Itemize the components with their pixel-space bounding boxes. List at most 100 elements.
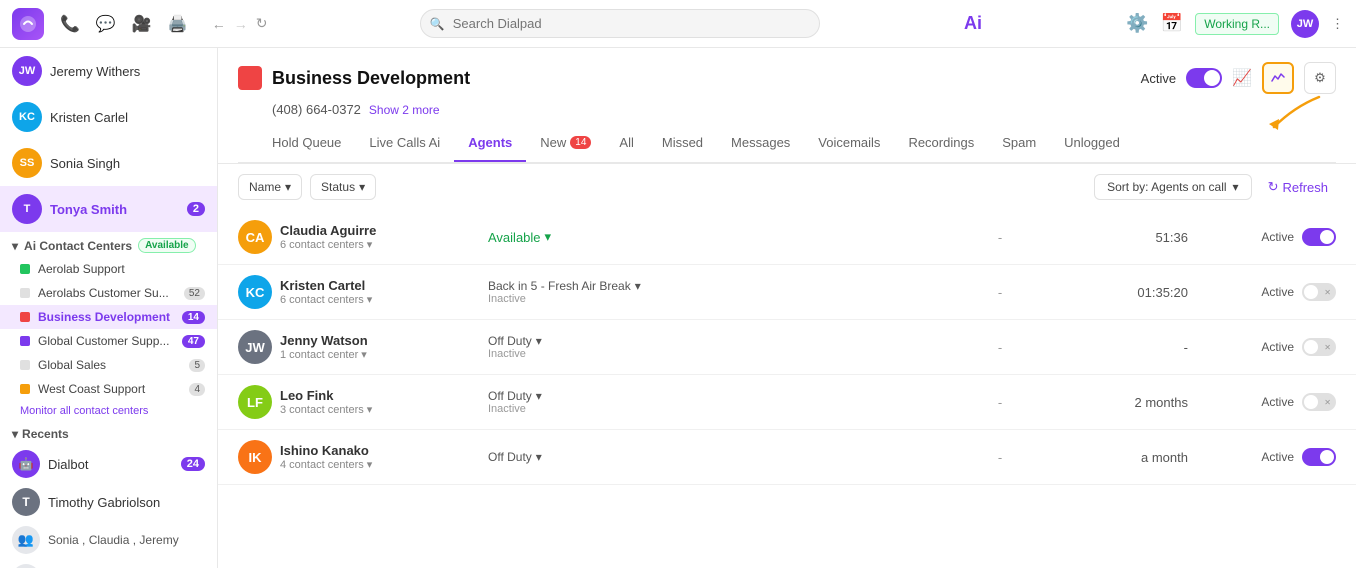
back-nav-icon[interactable]: ← bbox=[212, 16, 226, 32]
business-phone-row: (408) 664-0372 Show 2 more bbox=[272, 102, 1336, 117]
sidebar-item-aerolab-support[interactable]: Aerolab Support bbox=[0, 257, 217, 281]
agent-row: JW Jenny Watson 1 contact center ▾ Off D… bbox=[218, 320, 1356, 375]
settings-gear-button[interactable]: ⚙ bbox=[1304, 62, 1336, 94]
cc-color-dot bbox=[20, 384, 30, 394]
recent-item-dialbot[interactable]: 🤖 Dialbot 24 bbox=[0, 445, 217, 483]
chart-trend-icon[interactable]: 📈 bbox=[1232, 68, 1252, 88]
section-label: Ai Contact Centers bbox=[24, 239, 132, 253]
tab-all[interactable]: All bbox=[605, 125, 647, 162]
agent-toggle: Active bbox=[1216, 393, 1336, 411]
nav-right: ⚙️ 📅 Working R... JW ⋮ bbox=[1126, 10, 1344, 38]
cc-color-dot bbox=[20, 264, 30, 274]
sidebar-item-kristen-carlel[interactable]: KC Kristen Carlel bbox=[0, 94, 217, 140]
tab-unlogged[interactable]: Unlogged bbox=[1050, 125, 1134, 162]
monitor-all-link[interactable]: Monitor all contact centers bbox=[0, 401, 217, 421]
tab-live-calls[interactable]: Live Calls Ai bbox=[355, 125, 454, 162]
working-status-badge[interactable]: Working R... bbox=[1195, 13, 1279, 35]
video-nav-icon[interactable]: 🎥 bbox=[132, 14, 152, 34]
chevron-down-icon: ▾ bbox=[12, 427, 18, 441]
tab-new[interactable]: New 14 bbox=[526, 125, 605, 162]
agent-name: Kristen Cartel bbox=[280, 278, 480, 293]
cc-name: Aerolabs Customer Su... bbox=[38, 286, 176, 300]
tab-recordings[interactable]: Recordings bbox=[894, 125, 988, 162]
search-input[interactable] bbox=[420, 9, 820, 38]
avatar[interactable]: JW bbox=[1291, 10, 1319, 38]
tab-missed[interactable]: Missed bbox=[648, 125, 717, 162]
chevron-down-icon: ▾ bbox=[361, 348, 367, 361]
tab-spam[interactable]: Spam bbox=[988, 125, 1050, 162]
calendar-icon[interactable]: 📅 bbox=[1161, 13, 1183, 34]
cc-badge: 4 bbox=[189, 383, 205, 396]
agent-active-toggle[interactable] bbox=[1302, 393, 1336, 411]
agent-dash: - bbox=[950, 450, 1050, 465]
refresh-button[interactable]: ↻ Refresh bbox=[1260, 174, 1336, 200]
status-break[interactable]: Back in 5 - Fresh Air Break ▾ bbox=[488, 279, 942, 293]
agent-info: Ishino Kanako 4 contact centers ▾ bbox=[280, 443, 480, 471]
sidebar-item-global-customer[interactable]: Global Customer Supp... 47 bbox=[0, 329, 217, 353]
tab-agents[interactable]: Agents bbox=[454, 125, 526, 162]
filter-status-label: Status bbox=[321, 180, 355, 194]
agent-centers[interactable]: 1 contact center ▾ bbox=[280, 348, 480, 361]
sidebar-item-aerolabs-customer[interactable]: Aerolabs Customer Su... 52 bbox=[0, 281, 217, 305]
tab-voicemails[interactable]: Voicemails bbox=[804, 125, 894, 162]
active-text: Active bbox=[1261, 395, 1294, 409]
sidebar-item-west-coast-support[interactable]: West Coast Support 4 bbox=[0, 377, 217, 401]
forward-nav-icon[interactable]: → bbox=[234, 16, 248, 32]
sidebar-item-tonya-smith[interactable]: T Tonya Smith 2 bbox=[0, 186, 217, 232]
chevron-down-icon: ▾ bbox=[536, 389, 542, 403]
phone-nav-icon[interactable]: 📞 bbox=[60, 14, 80, 34]
avatar: T bbox=[12, 194, 42, 224]
settings-icon[interactable]: ⚙️ bbox=[1126, 13, 1148, 34]
agent-dash: - bbox=[950, 395, 1050, 410]
agent-active-toggle[interactable] bbox=[1302, 283, 1336, 301]
status-duty[interactable]: Off Duty ▾ bbox=[488, 450, 942, 464]
tab-messages[interactable]: Messages bbox=[717, 125, 804, 162]
active-toggle[interactable] bbox=[1186, 68, 1222, 88]
status-available[interactable]: Available ▾ bbox=[488, 229, 942, 245]
avatar: KC bbox=[12, 102, 42, 132]
agent-active-toggle[interactable] bbox=[1302, 338, 1336, 356]
sidebar-item-business-development[interactable]: Business Development 14 bbox=[0, 305, 217, 329]
recent-item-timothy[interactable]: T Timothy Gabriolson bbox=[0, 483, 217, 521]
agent-dash: - bbox=[950, 340, 1050, 355]
agent-active-toggle[interactable] bbox=[1302, 448, 1336, 466]
recent-item-phone1[interactable]: 👤 (469) 358-5972 bbox=[0, 559, 217, 568]
agent-row: IK Ishino Kanako 4 contact centers ▾ Off… bbox=[218, 430, 1356, 485]
agent-name: Claudia Aguirre bbox=[280, 223, 480, 238]
sort-label: Sort by: Agents on call bbox=[1107, 180, 1226, 194]
avatar: JW bbox=[238, 330, 272, 364]
recents-header[interactable]: ▾ Recents bbox=[12, 427, 205, 441]
ai-contact-centers-header[interactable]: ▾ Ai Contact Centers Available bbox=[12, 238, 205, 253]
chat-nav-icon[interactable]: 💬 bbox=[96, 14, 116, 34]
sidebar-item-sonia-singh[interactable]: SS Sonia Singh bbox=[0, 140, 217, 186]
cc-name: West Coast Support bbox=[38, 382, 181, 396]
status-duty[interactable]: Off Duty ▾ bbox=[488, 334, 942, 348]
active-text: Active bbox=[1261, 340, 1294, 354]
agent-centers[interactable]: 3 contact centers ▾ bbox=[280, 403, 480, 416]
print-nav-icon[interactable]: 🖨️ bbox=[168, 14, 188, 34]
menu-dots-icon[interactable]: ⋮ bbox=[1331, 16, 1344, 32]
agent-time: a month bbox=[1058, 450, 1208, 465]
header-actions: Active 📈 bbox=[1141, 62, 1336, 94]
avatar: KC bbox=[238, 275, 272, 309]
ai-contact-centers-section: ▾ Ai Contact Centers Available bbox=[0, 232, 217, 257]
agent-centers[interactable]: 6 contact centers ▾ bbox=[280, 238, 480, 251]
refresh-nav-icon[interactable]: ↻ bbox=[256, 15, 268, 32]
tabs-bar: Hold Queue Live Calls Ai Agents New 14 A… bbox=[238, 125, 1336, 163]
app-logo[interactable] bbox=[12, 8, 44, 40]
agent-active-toggle[interactable] bbox=[1302, 228, 1336, 246]
cc-badge: 14 bbox=[182, 311, 205, 324]
status-filter-button[interactable]: Status ▾ bbox=[310, 174, 376, 200]
sort-button[interactable]: Sort by: Agents on call ▾ bbox=[1094, 174, 1251, 200]
unread-badge: 2 bbox=[187, 202, 205, 216]
show-more-link[interactable]: Show 2 more bbox=[369, 103, 440, 117]
sidebar-item-global-sales[interactable]: Global Sales 5 bbox=[0, 353, 217, 377]
name-filter-button[interactable]: Name ▾ bbox=[238, 174, 302, 200]
agent-centers[interactable]: 6 contact centers ▾ bbox=[280, 293, 480, 306]
tab-hold-queue[interactable]: Hold Queue bbox=[258, 125, 355, 162]
sidebar-item-jeremy-withers[interactable]: JW Jeremy Withers bbox=[0, 48, 217, 94]
chart-activity-button[interactable] bbox=[1262, 62, 1294, 94]
agent-centers[interactable]: 4 contact centers ▾ bbox=[280, 458, 480, 471]
status-duty[interactable]: Off Duty ▾ bbox=[488, 389, 942, 403]
recent-item-group[interactable]: 👥 Sonia , Claudia , Jeremy bbox=[0, 521, 217, 559]
